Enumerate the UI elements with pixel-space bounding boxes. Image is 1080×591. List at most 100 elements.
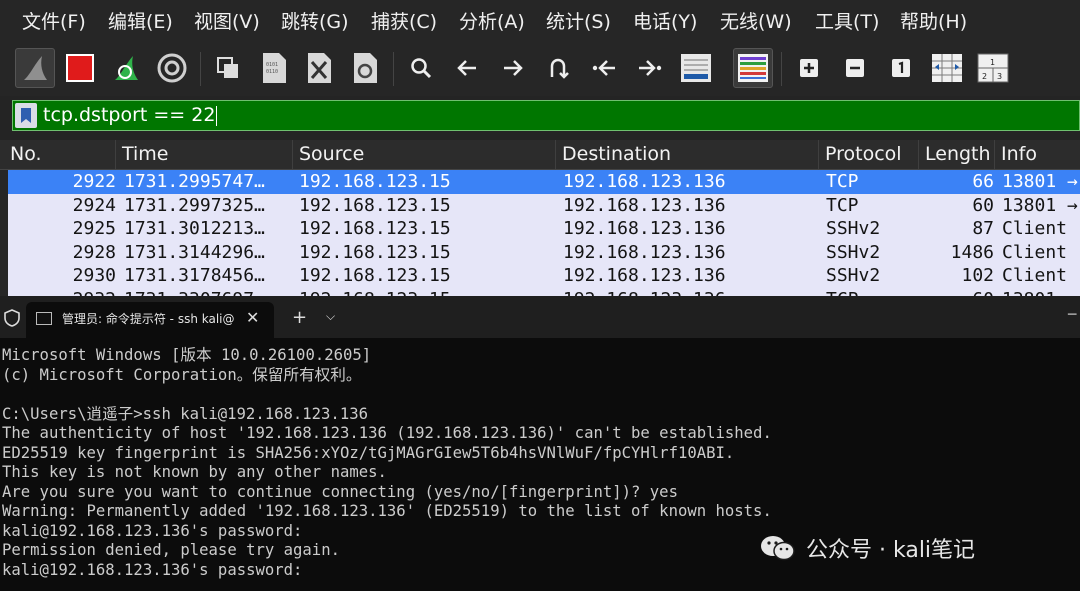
cell-destination: 192.168.123.136 <box>563 218 726 240</box>
column-header-no[interactable]: No. <box>4 140 116 169</box>
menu-help[interactable]: 帮助(H) <box>900 8 967 36</box>
column-header-time[interactable]: Time <box>116 140 293 169</box>
go-forward-icon[interactable] <box>495 50 531 86</box>
terminal-line: (c) Microsoft Corporation。保留所有权利。 <box>2 365 362 384</box>
autoscroll-icon[interactable] <box>678 50 714 86</box>
column-header-destination[interactable]: Destination <box>556 140 819 169</box>
packet-row[interactable]: 2932 1731.3307697…192.168.123.15192.168.1… <box>8 288 1080 296</box>
menu-wireless[interactable]: 无线(W) <box>720 8 792 36</box>
capture-options-gear-icon[interactable] <box>154 50 190 86</box>
packet-list-header: No. Time Source Destination Protocol Len… <box>0 140 1080 170</box>
find-packet-icon[interactable] <box>403 50 439 86</box>
stop-capture-icon[interactable] <box>62 50 98 86</box>
menu-analyze[interactable]: 分析(A) <box>459 8 525 36</box>
cell-source: 192.168.123.15 <box>299 265 451 287</box>
svg-text:0101: 0101 <box>266 62 278 68</box>
cell-protocol: TCP <box>826 288 922 296</box>
cell-destination: 192.168.123.136 <box>563 241 726 263</box>
terminal-line: Microsoft Windows [版本 10.0.26100.2605] <box>2 346 372 364</box>
cell-length: 102 <box>961 265 994 287</box>
toolbar-separator <box>393 52 394 86</box>
cell-length: 60 <box>972 194 994 216</box>
cell-length: 66 <box>972 171 994 192</box>
new-tab-button[interactable]: + <box>292 307 307 328</box>
menu-go[interactable]: 跳转(G) <box>281 8 349 36</box>
cell-protocol: TCP <box>826 171 859 192</box>
main-toolbar: 0101 0110 1 2 3 <box>0 44 1080 96</box>
cell-info: 13801 → <box>1002 194 1078 216</box>
column-header-length[interactable]: Length <box>919 140 995 169</box>
colorize-icon[interactable] <box>733 48 773 88</box>
chevron-down-icon[interactable]: ⌵ <box>326 309 335 324</box>
filter-bookmark-icon[interactable] <box>15 103 37 128</box>
cell-length: 87 <box>972 218 994 240</box>
terminal-tab[interactable]: 管理员: 命令提示符 - ssh kali@ ✕ <box>26 302 274 338</box>
close-file-icon[interactable] <box>301 50 337 86</box>
cell-destination: 192.168.123.136 <box>563 194 726 216</box>
terminal-tab-strip: 管理员: 命令提示符 - ssh kali@ ✕ + ⌵ ─ <box>0 296 1080 338</box>
cell-no: 2924 <box>72 194 116 216</box>
menu-view[interactable]: 视图(V) <box>194 8 260 36</box>
wireshark-window: 文件(F) 编辑(E) 视图(V) 跳转(G) 捕获(C) 分析(A) 统计(S… <box>0 0 1080 296</box>
terminal-line: C:\Users\逍遥子>ssh kali@192.168.123.136 <box>2 404 368 423</box>
column-header-protocol[interactable]: Protocol <box>819 140 919 169</box>
packet-row[interactable]: 2924 1731.2997325… 192.168.123.15 192.168.1… <box>8 193 1080 218</box>
cell-source: 192.168.123.15 <box>299 218 451 240</box>
terminal-line: Are you sure you want to continue connec… <box>2 482 678 501</box>
terminal-line: ED25519 key fingerprint is SHA256:xYOz/t… <box>2 443 735 462</box>
resize-columns-icon[interactable] <box>929 50 965 86</box>
shark-fin-start-capture-icon[interactable] <box>15 48 55 88</box>
menu-file[interactable]: 文件(F) <box>22 8 86 36</box>
restart-capture-icon[interactable] <box>108 50 144 86</box>
cell-destination: 192.168.123.136 <box>563 171 726 192</box>
menu-tools[interactable]: 工具(T) <box>815 8 879 36</box>
cell-info: 13801 → <box>1002 171 1078 192</box>
cell-length: 60 <box>920 288 994 296</box>
close-tab-icon[interactable]: ✕ <box>246 308 259 327</box>
last-packet-icon[interactable] <box>632 50 668 86</box>
packet-row[interactable]: 2925 1731.3012213… 192.168.123.15 192.168.1… <box>8 217 1080 241</box>
menu-statistics[interactable]: 统计(S) <box>546 8 611 36</box>
packet-row[interactable]: 2928 1731.3144296… 192.168.123.15 192.168.1… <box>8 240 1080 265</box>
zoom-out-icon[interactable] <box>837 50 873 86</box>
admin-shield-icon <box>4 309 20 327</box>
terminal-line: This key is not known by any other names… <box>2 463 387 481</box>
packet-list: 2922 1731.2995747… 192.168.123.15 192.168.1… <box>0 170 1080 296</box>
cell-no: 2930 <box>72 265 116 287</box>
cell-info: 13801 → <box>1002 288 1080 296</box>
filter-text: tcp.dstport == 22 <box>43 104 216 126</box>
cell-info: Client <box>1002 241 1068 263</box>
toolbar-separator <box>200 52 201 86</box>
cell-source: 192.168.123.15 <box>299 194 451 216</box>
cell-no: 2925 <box>72 218 116 240</box>
menu-edit[interactable]: 编辑(E) <box>108 8 173 36</box>
cell-info: Client <box>1002 265 1068 287</box>
cell-source: 192.168.123.15 <box>299 288 561 296</box>
packet-row[interactable]: 2930 1731.3178456… 192.168.123.15 192.168.1… <box>8 264 1080 288</box>
svg-text:2: 2 <box>982 72 987 81</box>
normal-size-icon[interactable] <box>883 50 919 86</box>
first-packet-icon[interactable] <box>586 50 622 86</box>
go-to-packet-icon[interactable] <box>540 50 576 86</box>
save-file-icon[interactable]: 0101 0110 <box>256 50 292 86</box>
column-header-info[interactable]: Info <box>995 140 1080 169</box>
cell-info: Client <box>1002 218 1068 240</box>
cell-destination: 192.168.123.136 <box>563 265 726 287</box>
toolbar-separator <box>781 52 782 86</box>
display-filter-input[interactable]: tcp.dstport == 22 <box>43 103 218 128</box>
cell-no: 2928 <box>72 241 116 263</box>
cell-length: 1486 <box>950 241 994 263</box>
packet-row[interactable]: 2922 1731.2995747… 192.168.123.15 192.168.1… <box>8 170 1080 194</box>
zoom-in-icon[interactable] <box>791 50 827 86</box>
cell-time: 1731.2997325… <box>124 194 265 216</box>
column-header-source[interactable]: Source <box>293 140 556 169</box>
menu-capture[interactable]: 捕获(C) <box>371 8 437 36</box>
open-file-icon[interactable] <box>210 50 246 86</box>
cmd-prompt-icon <box>36 312 52 325</box>
menu-telephony[interactable]: 电话(Y) <box>633 8 697 36</box>
go-back-icon[interactable] <box>449 50 485 86</box>
wechat-logo-icon <box>760 534 796 562</box>
reload-file-icon[interactable] <box>347 50 383 86</box>
minimize-icon[interactable]: ─ <box>1068 307 1076 323</box>
layout-icon[interactable]: 12 3 <box>975 50 1011 86</box>
